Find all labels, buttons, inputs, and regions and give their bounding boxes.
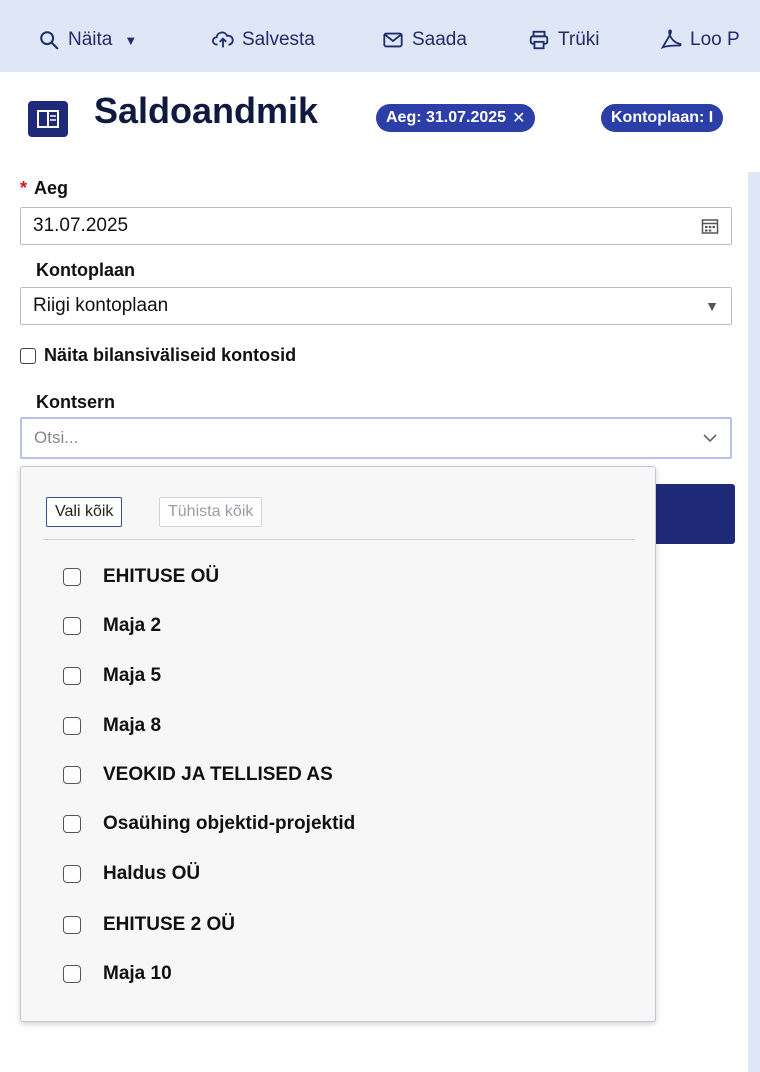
required-marker: * bbox=[20, 178, 28, 198]
clear-all-button[interactable]: Tühista kõik bbox=[159, 497, 263, 527]
option-label: Maja 8 bbox=[103, 715, 162, 736]
filter-badge-kontoplaan: Kontoplaan: I bbox=[601, 104, 724, 132]
list-item[interactable]: Maja 2 bbox=[63, 615, 161, 637]
option-label: Maja 2 bbox=[103, 615, 162, 636]
toolbar-show-button[interactable]: Näita ▼ bbox=[38, 26, 137, 54]
page-title: Saldoandmik bbox=[94, 90, 319, 131]
toolbar: Näita ▼ Salvesta Saada Trüki Loo P bbox=[0, 0, 760, 72]
search-icon bbox=[40, 31, 59, 50]
bilans-checkbox[interactable] bbox=[20, 347, 36, 364]
kontoplaan-select[interactable]: Riigi kontoplaan ▼ bbox=[20, 287, 732, 325]
kontsern-label: Kontsern bbox=[36, 392, 116, 412]
list-item[interactable]: VEOKID JA TELLISED AS bbox=[63, 764, 333, 786]
list-item[interactable]: Haldus OÜ bbox=[63, 863, 200, 885]
list-item[interactable]: Maja 10 bbox=[63, 963, 172, 985]
filter-badge-kontoplaan-text: Kontoplaan: I bbox=[611, 109, 714, 126]
bilans-checkbox-row[interactable]: Näita bilansiväliseid kontosid bbox=[20, 345, 296, 366]
toolbar-create-pdf-button[interactable]: Loo P bbox=[660, 26, 740, 54]
chevron-down-icon: ▼ bbox=[705, 298, 719, 314]
option-label: Maja 10 bbox=[103, 963, 172, 984]
kontoplaan-value: Riigi kontoplaan bbox=[33, 295, 169, 316]
printer-icon bbox=[529, 30, 549, 50]
calendar-icon[interactable] bbox=[701, 217, 719, 235]
side-panel-edge bbox=[748, 172, 760, 1072]
option-checkbox[interactable] bbox=[63, 568, 81, 586]
option-checkbox[interactable] bbox=[63, 667, 81, 685]
list-item[interactable]: Osaühing objektid-projektid bbox=[63, 813, 355, 835]
option-checkbox[interactable] bbox=[63, 617, 81, 635]
option-checkbox[interactable] bbox=[63, 815, 81, 833]
option-label: EHITUSE 2 OÜ bbox=[103, 914, 235, 935]
toolbar-send-label: Saada bbox=[412, 29, 467, 50]
pdf-icon bbox=[660, 29, 682, 50]
toolbar-save-button[interactable]: Salvesta bbox=[212, 26, 315, 54]
option-label: VEOKID JA TELLISED AS bbox=[103, 764, 333, 785]
toolbar-create-pdf-label: Loo P bbox=[690, 29, 740, 50]
toolbar-save-label: Salvesta bbox=[242, 29, 315, 50]
toolbar-send-button[interactable]: Saada bbox=[382, 26, 467, 54]
aeg-date-value: 31.07.2025 bbox=[33, 215, 129, 236]
aeg-label: Aeg bbox=[34, 178, 69, 198]
report-icon bbox=[28, 101, 68, 137]
chevron-down-icon[interactable] bbox=[702, 433, 718, 443]
option-checkbox[interactable] bbox=[63, 717, 81, 735]
mail-icon bbox=[383, 32, 403, 48]
option-label: Osaühing objektid-projektid bbox=[103, 813, 356, 834]
divider bbox=[43, 539, 635, 540]
list-item[interactable]: Maja 5 bbox=[63, 665, 161, 687]
option-checkbox[interactable] bbox=[63, 766, 81, 784]
toolbar-print-label: Trüki bbox=[558, 29, 600, 50]
bilans-label: Näita bilansiväliseid kontosid bbox=[44, 345, 297, 365]
close-icon[interactable]: ✕ bbox=[512, 108, 525, 128]
filter-badge-aeg-text: Aeg: 31.07.2025 bbox=[386, 109, 507, 126]
list-item[interactable]: EHITUSE OÜ bbox=[63, 566, 219, 588]
cloud-upload-icon bbox=[212, 31, 234, 48]
aeg-date-input[interactable]: 31.07.2025 bbox=[20, 207, 732, 245]
option-checkbox[interactable] bbox=[63, 916, 81, 934]
option-label: Haldus OÜ bbox=[103, 863, 201, 884]
list-item[interactable]: Maja 8 bbox=[63, 715, 161, 737]
option-label: Maja 5 bbox=[103, 665, 162, 686]
kontsern-dropdown: Vali kõik Tühista kõik EHITUSE OÜ Maja 2… bbox=[20, 466, 656, 1022]
kontoplaan-label: Kontoplaan bbox=[36, 260, 135, 280]
toolbar-show-label: Näita bbox=[68, 29, 113, 50]
list-item[interactable]: EHITUSE 2 OÜ bbox=[63, 914, 235, 936]
filter-badge-aeg: Aeg: 31.07.2025 ✕ bbox=[376, 104, 536, 132]
select-all-button[interactable]: Vali kõik bbox=[46, 497, 123, 527]
toolbar-print-button[interactable]: Trüki bbox=[528, 26, 600, 54]
kontsern-placeholder: Otsi... bbox=[34, 428, 79, 447]
option-checkbox[interactable] bbox=[63, 865, 81, 883]
option-checkbox[interactable] bbox=[63, 965, 81, 983]
option-label: EHITUSE OÜ bbox=[103, 566, 220, 587]
kontsern-search-input[interactable]: Otsi... bbox=[20, 417, 732, 459]
chevron-down-icon[interactable]: ▼ bbox=[124, 33, 137, 48]
